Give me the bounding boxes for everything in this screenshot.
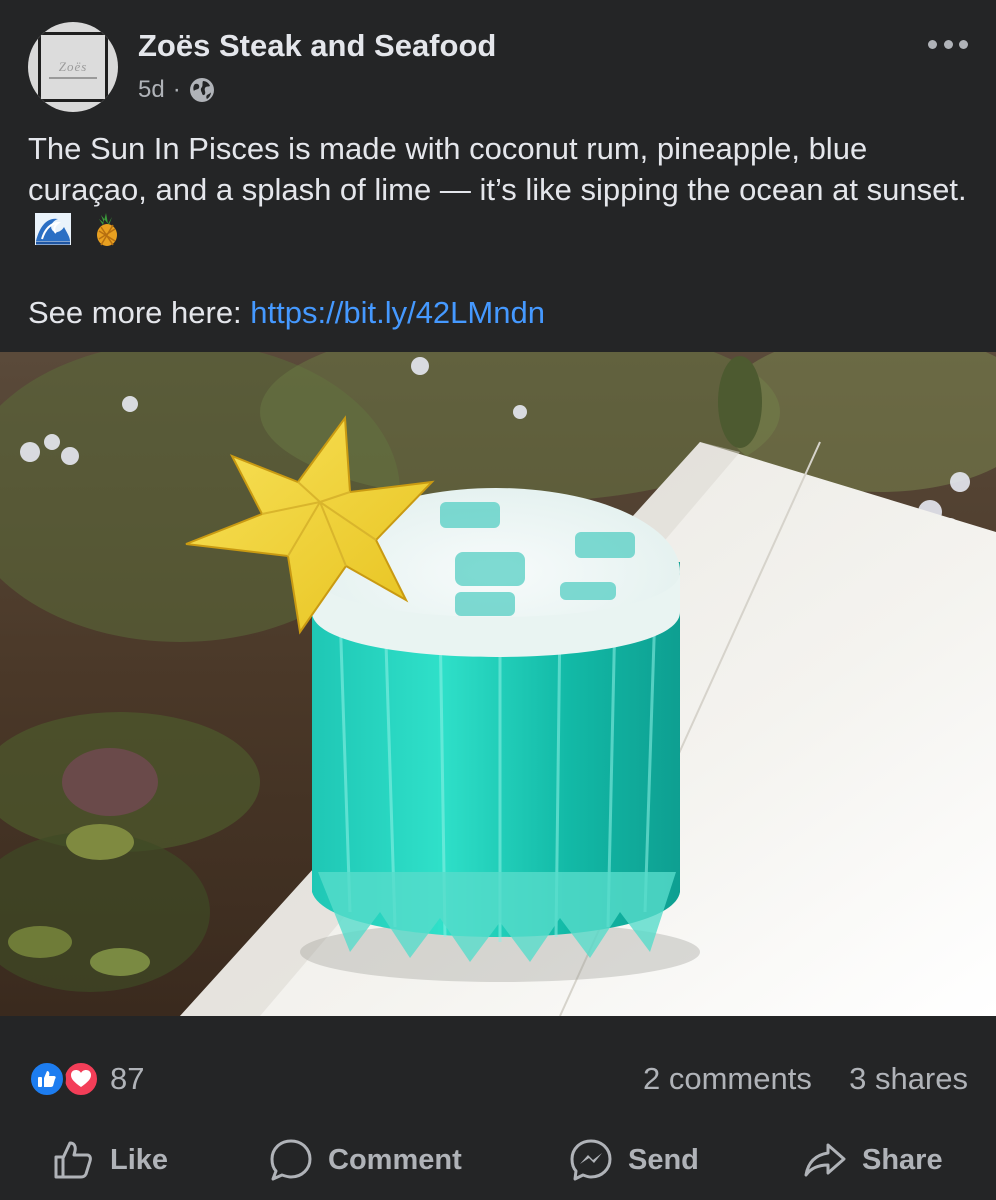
pineapple-emoji <box>96 213 117 246</box>
like-label: Like <box>110 1143 169 1176</box>
post-timestamp[interactable]: 5d <box>138 76 165 104</box>
see-more-line: See more here: https://bit.ly/42LMndn <box>28 292 545 333</box>
thumbs-up-icon <box>54 1141 92 1179</box>
globe-icon <box>189 78 214 102</box>
like-reaction-icon <box>28 1060 66 1098</box>
love-reaction-icon <box>62 1060 100 1098</box>
comments-count[interactable]: 2 comments <box>643 1061 812 1096</box>
avatar-logo-frame: Zoës <box>38 32 108 102</box>
post-caption: The Sun In Pisces is made with coconut r… <box>28 128 973 251</box>
like-button[interactable]: Like <box>50 1130 168 1190</box>
page-avatar[interactable]: Zoës <box>28 22 118 112</box>
post-header: Zoës Zoës Steak and Seafood 5d · <box>0 0 996 120</box>
more-dot <box>928 39 937 49</box>
reaction-icons[interactable] <box>28 1060 102 1098</box>
shares-count[interactable]: 3 shares <box>849 1061 968 1096</box>
avatar-logo-text: Zoës <box>58 59 88 74</box>
avatar-logo-line <box>49 77 97 79</box>
send-label: Send <box>628 1143 699 1176</box>
more-options-icon[interactable] <box>928 30 968 58</box>
more-dot <box>959 39 968 49</box>
post-action-bar: Like Comment Send Share <box>0 1130 996 1190</box>
see-more-label: See more here: <box>28 295 242 330</box>
caption-text: The Sun In Pisces is made with coconut r… <box>28 131 967 207</box>
comment-label: Comment <box>328 1143 462 1176</box>
wave-emoji <box>35 213 71 245</box>
page-name-link[interactable]: Zoës Steak and Seafood <box>138 28 496 64</box>
send-button[interactable]: Send <box>568 1130 699 1190</box>
post-meta: 5d · <box>138 74 215 106</box>
comment-button[interactable]: Comment <box>268 1130 462 1190</box>
blue-cocktail-photo <box>0 352 996 1016</box>
comment-share-counts: 2 comments 3 shares <box>643 1060 968 1098</box>
messenger-icon <box>570 1139 612 1181</box>
engagement-stats: 87 2 comments 3 shares <box>0 1040 996 1120</box>
facebook-post: Zoës Zoës Steak and Seafood 5d · The Sun… <box>0 0 996 1200</box>
meta-separator: · <box>172 76 181 103</box>
post-photo[interactable] <box>0 352 996 1016</box>
more-dot <box>943 39 953 49</box>
comment-bubble-icon <box>270 1139 312 1181</box>
share-arrow-icon <box>804 1143 846 1177</box>
share-button[interactable]: Share <box>802 1130 943 1190</box>
share-label: Share <box>862 1143 943 1176</box>
reaction-count[interactable]: 87 <box>110 1060 144 1098</box>
external-link[interactable]: https://bit.ly/42LMndn <box>250 295 545 330</box>
